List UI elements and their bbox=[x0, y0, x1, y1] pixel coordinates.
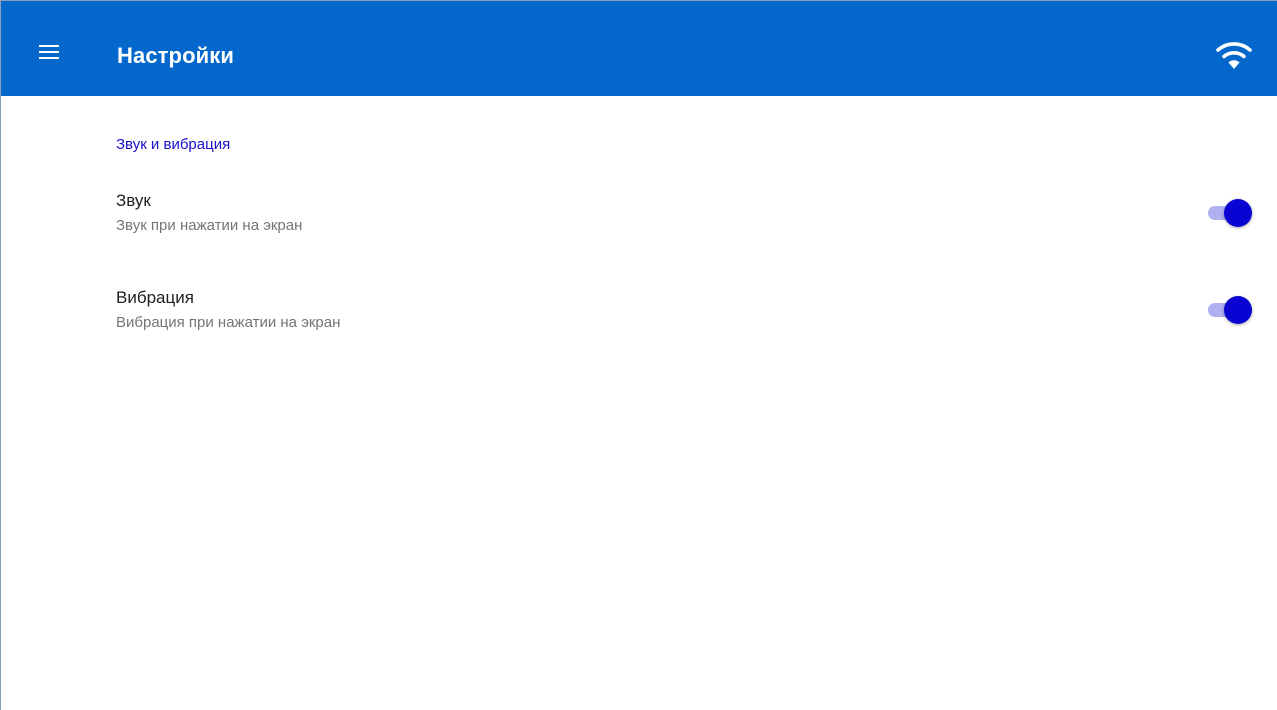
preference-sound[interactable]: Звук Звук при нажатии на экран bbox=[1, 191, 1277, 261]
sound-toggle-switch[interactable] bbox=[1207, 199, 1253, 227]
switch-thumb bbox=[1224, 296, 1252, 324]
menu-line bbox=[39, 45, 59, 47]
settings-screen: Настройки Звук и вибрация Звук Звук при … bbox=[0, 0, 1277, 710]
page-title: Настройки bbox=[117, 43, 234, 68]
preference-title: Вибрация bbox=[116, 288, 194, 307]
menu-line bbox=[39, 51, 59, 53]
preference-summary: Вибрация при нажатии на экран bbox=[116, 314, 341, 331]
preference-vibration[interactable]: Вибрация Вибрация при нажатии на экран bbox=[1, 288, 1277, 358]
app-bar: Настройки bbox=[1, 1, 1277, 96]
wifi-icon bbox=[1216, 42, 1252, 69]
menu-line bbox=[39, 57, 59, 59]
preference-summary: Звук при нажатии на экран bbox=[116, 217, 303, 234]
vibration-toggle-switch[interactable] bbox=[1207, 296, 1253, 324]
preference-title: Звук bbox=[116, 191, 151, 210]
switch-thumb bbox=[1224, 199, 1252, 227]
section-header-sound-vibration: Звук и вибрация bbox=[116, 136, 231, 153]
hamburger-menu-icon[interactable] bbox=[39, 45, 59, 59]
